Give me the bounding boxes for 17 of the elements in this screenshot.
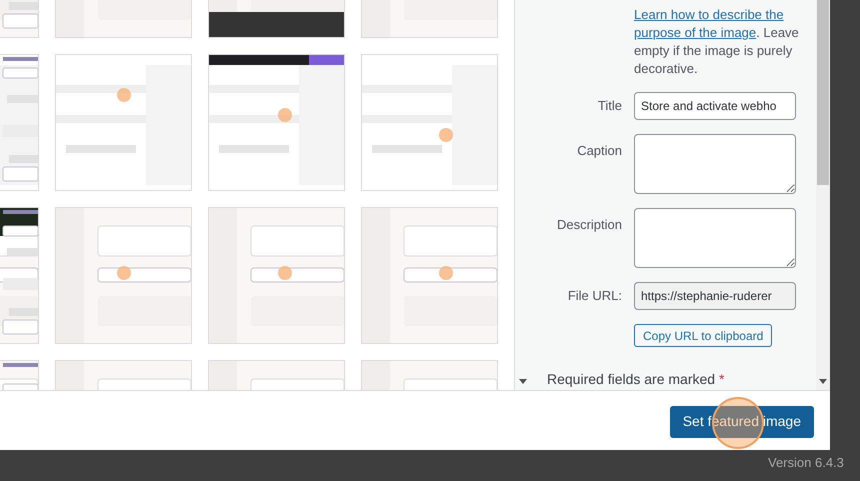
input-field[interactable]: https://stephanie-ruderer: [634, 282, 796, 310]
scrollbar[interactable]: [816, 0, 830, 390]
help-link[interactable]: Learn how to describe the: [634, 7, 784, 22]
field-label: File URL:: [566, 287, 622, 305]
required-fields-note: Required fields are marked *: [547, 370, 726, 389]
copy-url-button[interactable]: Copy URL to clipboard: [634, 324, 772, 347]
text-area[interactable]: [634, 134, 796, 194]
field-label: Description: [556, 216, 622, 234]
scroll-down-icon[interactable]: [519, 379, 527, 384]
help-link[interactable]: purpose of the image: [634, 25, 756, 40]
version-text: Version 6.4.3: [768, 454, 844, 472]
scroll-down-icon[interactable]: [819, 379, 827, 384]
alt-text-help: Learn how to describe the purpose of the image. Leave empty if the image is purely decorative.: [634, 6, 799, 78]
field-label: Caption: [576, 142, 622, 160]
input-field[interactable]: Store and activate webho: [634, 92, 796, 120]
field-label: Title: [596, 97, 622, 115]
text-area[interactable]: [634, 208, 796, 268]
